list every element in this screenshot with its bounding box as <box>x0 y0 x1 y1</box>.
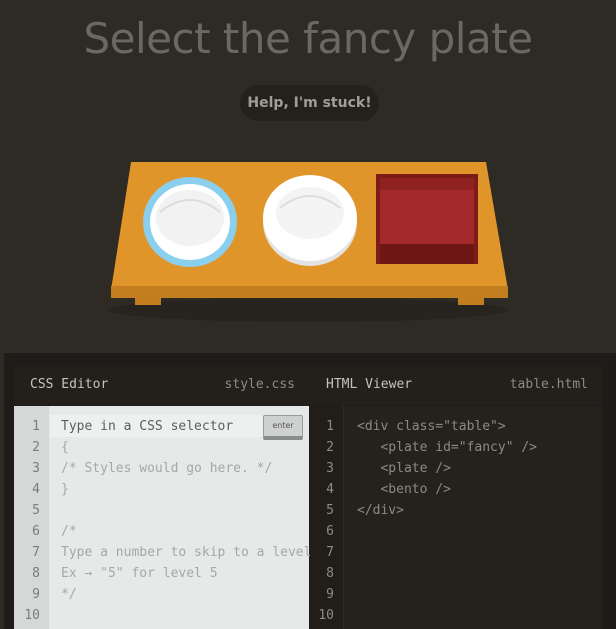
help-button[interactable]: Help, I'm stuck! <box>240 85 379 121</box>
html-viewer-title: HTML Viewer <box>326 377 413 392</box>
line-number: 5 <box>326 503 334 518</box>
markup-line[interactable]: <div class="table"> <box>357 416 506 437</box>
bento-box[interactable] <box>376 174 478 264</box>
code-line: /* Styles would go here. */ <box>61 461 273 476</box>
code-line: /* <box>61 524 77 539</box>
code-line: Ex → "5" for level 5 <box>61 566 218 581</box>
markup-line[interactable]: <bento /> <box>357 479 450 500</box>
plate-plain[interactable] <box>263 175 357 266</box>
line-number: 9 <box>326 587 334 602</box>
css-line-gutter: 1 2 3 4 5 6 7 8 9 10 <box>14 406 49 629</box>
line-number: 8 <box>32 566 40 581</box>
line-number: 2 <box>32 440 40 455</box>
css-editor-title: CSS Editor <box>30 377 109 392</box>
code-line: */ <box>61 587 77 602</box>
line-number: 7 <box>32 545 40 560</box>
css-editor-filename: style.css <box>224 377 295 392</box>
line-number: 1 <box>32 419 40 434</box>
line-number: 1 <box>326 419 334 434</box>
markup-line[interactable]: <plate id="fancy" /> <box>357 437 537 458</box>
markup-line[interactable]: </div> <box>357 500 404 521</box>
line-number: 5 <box>32 503 40 518</box>
html-line-gutter: 1 2 3 4 5 6 7 8 9 10 <box>310 406 344 629</box>
markup-line[interactable]: <plate /> <box>357 458 450 479</box>
table-stage <box>0 150 616 340</box>
line-number: 3 <box>32 461 40 476</box>
level-instruction: Select the fancy plate <box>83 14 533 63</box>
css-editor-pane: 1 2 3 4 5 6 7 8 9 10 enter { /* Styles w… <box>14 406 319 629</box>
code-line: { <box>61 440 69 455</box>
line-number: 6 <box>326 524 334 539</box>
line-number: 4 <box>326 482 334 497</box>
html-viewer-header: HTML Viewer table.html <box>310 365 602 405</box>
line-number: 6 <box>32 524 40 539</box>
code-line: Type a number to skip to a level. <box>61 545 320 560</box>
plate-fancy[interactable] <box>143 177 237 267</box>
line-number: 10 <box>318 608 334 623</box>
enter-button[interactable]: enter <box>263 415 303 440</box>
html-viewer-filename: table.html <box>509 377 588 392</box>
html-viewer-pane: 1 2 3 4 5 6 7 8 9 10 <div class="table">… <box>310 406 602 629</box>
line-number: 4 <box>32 482 40 497</box>
code-line: } <box>61 482 69 497</box>
css-selector-input[interactable] <box>50 415 283 437</box>
line-number: 10 <box>24 608 40 623</box>
line-number: 7 <box>326 545 334 560</box>
css-editor-header: CSS Editor style.css <box>14 365 309 405</box>
line-number: 8 <box>326 566 334 581</box>
line-number: 9 <box>32 587 40 602</box>
line-number: 3 <box>326 461 334 476</box>
line-number: 2 <box>326 440 334 455</box>
